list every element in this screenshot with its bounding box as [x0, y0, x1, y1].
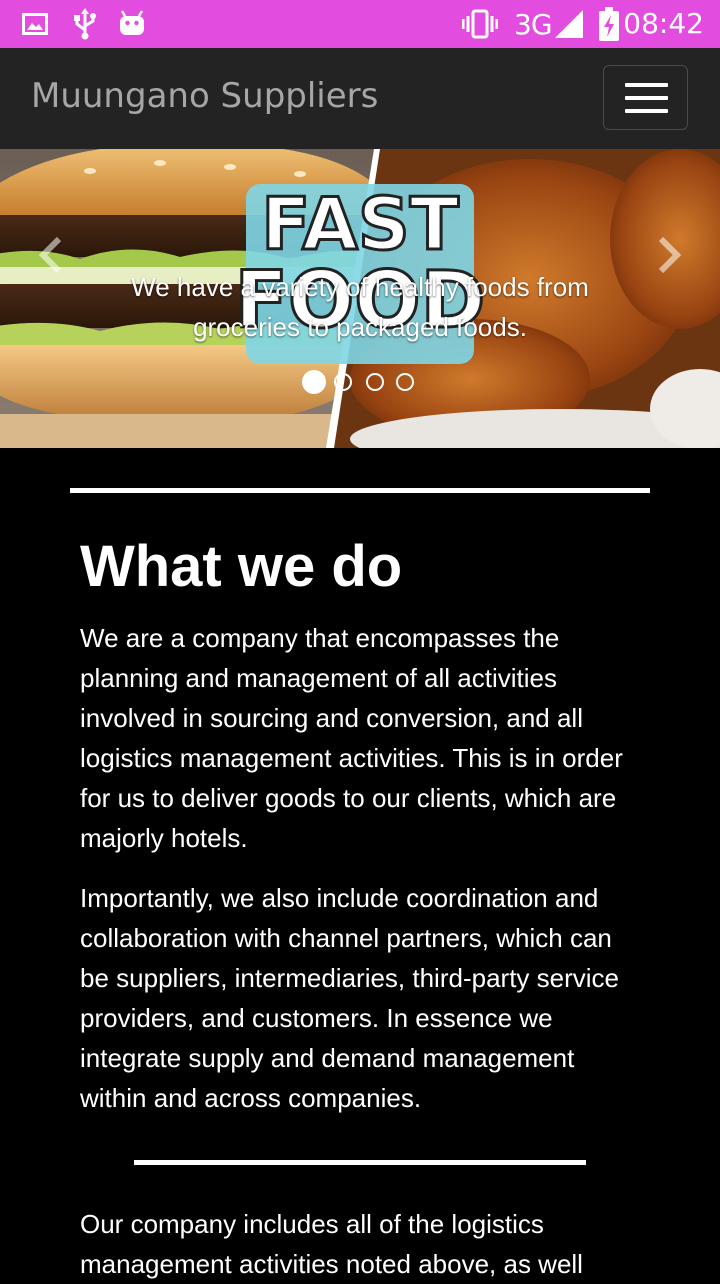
- carousel-indicator-4[interactable]: [396, 373, 414, 391]
- carousel-prev-button[interactable]: [30, 225, 70, 285]
- paragraph-2: Importantly, we also include coordinatio…: [80, 883, 619, 1113]
- carousel-indicator-1[interactable]: [302, 370, 326, 394]
- carousel-indicators: [300, 370, 430, 397]
- battery-charging-icon: [598, 0, 620, 48]
- carousel-indicator-3[interactable]: [366, 373, 384, 391]
- carousel-next-button[interactable]: [650, 225, 690, 285]
- usb-icon: [72, 0, 98, 48]
- carousel-indicator-2[interactable]: [334, 373, 352, 391]
- network-type: 3G: [514, 8, 553, 41]
- hero-carousel[interactable]: FAST FOOD We have a variety of healthy f…: [0, 149, 720, 448]
- vibrate-icon: [462, 0, 498, 48]
- menu-toggle-button[interactable]: [603, 65, 688, 130]
- chevron-right-icon: [658, 236, 682, 274]
- hamburger-menu-icon: [625, 83, 668, 87]
- status-bar: 3G 08:42: [0, 0, 720, 48]
- gallery-icon: [22, 0, 48, 48]
- clock: 08:42: [623, 7, 704, 40]
- image-logo-line-1: FAST: [261, 182, 459, 266]
- section-divider-top: [70, 488, 650, 493]
- brand-link[interactable]: Muungano Suppliers: [31, 48, 378, 144]
- android-icon: [119, 0, 145, 48]
- chevron-left-icon: [38, 236, 62, 274]
- section-heading: What we do: [80, 534, 403, 599]
- paragraph-3: Our company includes all of the logistic…: [80, 1209, 583, 1279]
- section-divider-middle: [134, 1160, 586, 1165]
- signal-icon: [554, 0, 584, 48]
- paragraph-1: We are a company that encompasses the pl…: [80, 623, 623, 853]
- navbar: Muungano Suppliers: [0, 48, 720, 149]
- carousel-caption: We have a variety of healthy foods from …: [131, 272, 589, 342]
